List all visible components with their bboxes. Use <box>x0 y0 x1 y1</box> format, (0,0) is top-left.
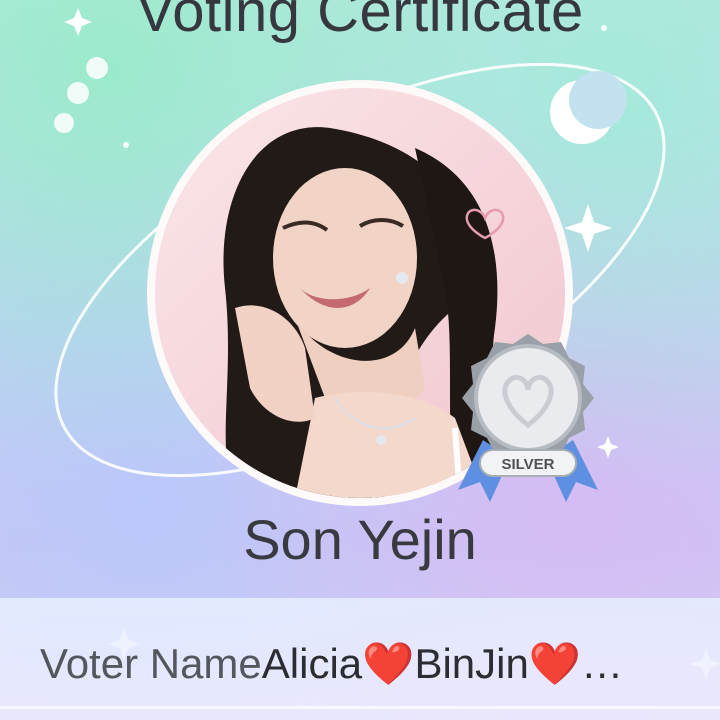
certificate-page: Voting Certificate SILVER Son Yejin Vote… <box>0 0 720 720</box>
voter-label: Voter Name <box>40 640 262 687</box>
voter-panel: Voter NameAlicia❤️BinJin❤️… <box>0 598 720 720</box>
silver-medal-icon: SILVER <box>458 334 598 502</box>
voter-name-value: Alicia❤️BinJin❤️… <box>261 640 624 687</box>
badge-label: SILVER <box>501 456 554 473</box>
divider <box>0 706 720 709</box>
sparkle-star-icon <box>564 204 612 252</box>
crescent-moon-icon <box>550 71 627 144</box>
voter-line: Voter NameAlicia❤️BinJin❤️… <box>40 640 680 689</box>
idol-name: Son Yejin <box>243 508 477 571</box>
